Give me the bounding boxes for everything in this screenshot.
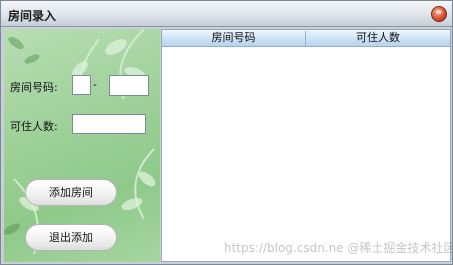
table-header: 房间号码 可住人数 <box>162 30 450 47</box>
column-header-room-number[interactable]: 房间号码 <box>162 30 305 46</box>
room-number-separator: - <box>93 78 97 91</box>
title-bar[interactable]: 房间录入 <box>1 1 452 27</box>
close-icon <box>436 10 442 14</box>
watermark: https://blog.csdn.ne @稀土掘金技术社区 <box>224 241 453 255</box>
room-number-label: 房间号码: <box>10 81 58 94</box>
room-number-part1-input[interactable] <box>72 75 91 95</box>
capacity-input[interactable] <box>72 114 146 134</box>
add-room-button[interactable]: 添加房间 <box>25 179 117 206</box>
column-header-capacity[interactable]: 可住人数 <box>306 30 450 46</box>
room-number-part2-input[interactable] <box>109 75 149 96</box>
room-entry-window: 房间录入 房间号码: - 可住人数: 添加房间 退出添加 房间号码 可住人数 h… <box>0 0 453 265</box>
capacity-label: 可住人数: <box>10 120 58 133</box>
window-title: 房间录入 <box>8 9 57 23</box>
input-panel: 房间号码: - 可住人数: 添加房间 退出添加 <box>4 29 160 262</box>
exit-add-button[interactable]: 退出添加 <box>25 224 117 251</box>
room-list-table: 房间号码 可住人数 <box>161 29 451 262</box>
close-button[interactable] <box>431 6 447 22</box>
